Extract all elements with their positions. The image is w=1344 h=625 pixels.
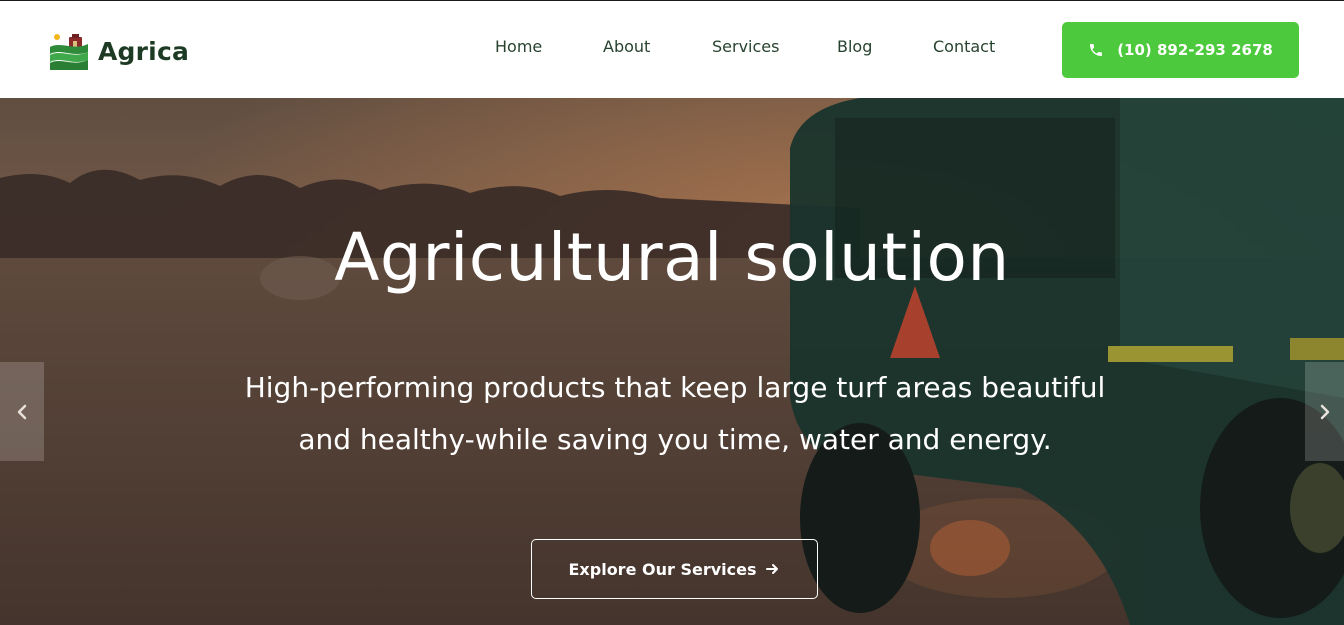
- arrow-right-icon: [766, 564, 779, 574]
- nav-item-contact[interactable]: Contact: [933, 37, 995, 56]
- site-header: Agrica Home About Services Blog Contact …: [0, 1, 1344, 98]
- hero-subtitle: High-performing products that keep large…: [244, 371, 1106, 456]
- slider-next-button[interactable]: [1305, 362, 1344, 461]
- nav-item-blog[interactable]: Blog: [837, 37, 872, 56]
- call-phone-label: (10) 892-293 2678: [1117, 41, 1273, 59]
- nav-item-services[interactable]: Services: [712, 37, 779, 56]
- hero-slider: Agricultural solution High-performing pr…: [0, 98, 1344, 625]
- explore-services-button[interactable]: Explore Our Services: [531, 539, 818, 599]
- chevron-right-icon: [1320, 404, 1329, 419]
- slider-prev-button[interactable]: [0, 362, 44, 461]
- hero-title: Agricultural solution: [334, 219, 1010, 296]
- nav-item-home[interactable]: Home: [495, 37, 542, 56]
- explore-services-label: Explore Our Services: [568, 559, 757, 579]
- chevron-left-icon: [17, 404, 27, 419]
- phone-icon: [1090, 44, 1103, 56]
- nav-item-about[interactable]: About: [603, 37, 650, 56]
- call-phone-button[interactable]: (10) 892-293 2678: [1062, 22, 1299, 78]
